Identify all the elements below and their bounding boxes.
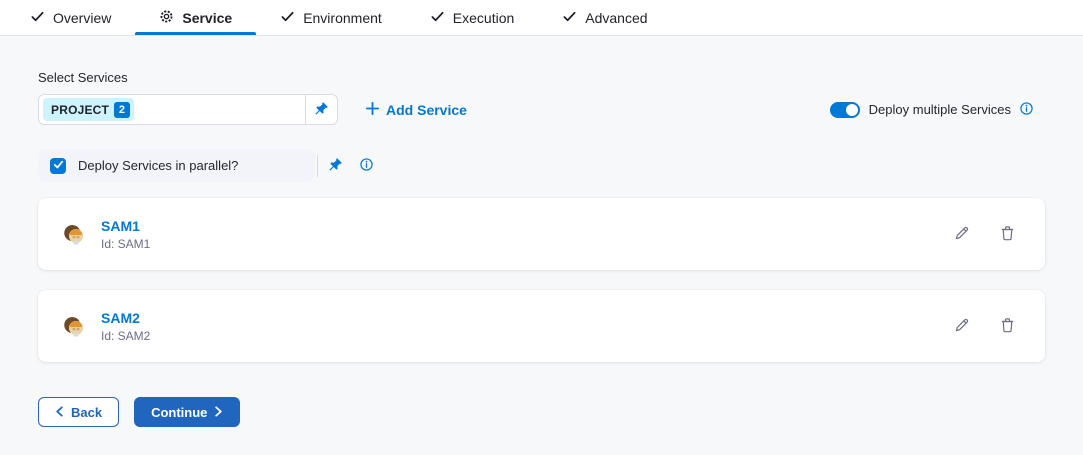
check-icon <box>430 9 445 27</box>
deploy-parallel-label: Deploy Services in parallel? <box>78 158 238 173</box>
tab-label: Overview <box>53 10 111 26</box>
back-button[interactable]: Back <box>38 397 119 427</box>
project-tag-count-badge: 2 <box>114 102 130 118</box>
plus-icon <box>366 102 379 118</box>
service-card-sam2: SAM2 Id: SAM2 <box>38 290 1045 362</box>
service-card-list: SAM1 Id: SAM1 <box>38 198 1045 362</box>
tab-label: Execution <box>453 10 514 26</box>
trash-icon <box>1000 225 1015 244</box>
chevron-left-icon <box>55 405 64 420</box>
delete-service-button[interactable] <box>998 223 1017 246</box>
tab-execution[interactable]: Execution <box>406 0 538 35</box>
trash-icon <box>1000 317 1015 336</box>
tab-service[interactable]: Service <box>135 0 256 35</box>
project-tag[interactable]: PROJECT 2 <box>43 98 134 121</box>
service-id: Id: SAM1 <box>101 237 150 251</box>
deploy-parallel-info-button[interactable] <box>360 158 373 174</box>
select-services-label: Select Services <box>38 70 1045 85</box>
deploy-multiple-toggle[interactable] <box>830 102 860 118</box>
service-tab-content: Select Services PROJECT 2 Add Service <box>0 36 1083 427</box>
pin-input-button[interactable] <box>305 95 337 124</box>
deploy-parallel-field: Deploy Services in parallel? <box>38 149 315 182</box>
gear-icon <box>159 9 174 27</box>
pin-icon <box>314 101 329 119</box>
check-icon <box>30 9 45 27</box>
deploy-parallel-checkbox[interactable] <box>50 158 66 174</box>
project-tag-label: PROJECT <box>51 103 109 117</box>
info-icon <box>1020 102 1033 118</box>
pencil-icon <box>954 317 970 336</box>
select-services-input[interactable]: PROJECT 2 <box>38 94 338 125</box>
service-name-link[interactable]: SAM1 <box>101 218 150 234</box>
tab-label: Service <box>182 10 232 26</box>
tab-advanced[interactable]: Advanced <box>538 0 671 35</box>
info-icon <box>360 158 373 174</box>
check-icon <box>280 9 295 27</box>
continue-button-label: Continue <box>151 405 207 420</box>
tab-label: Advanced <box>585 10 647 26</box>
check-icon <box>562 9 577 27</box>
deploy-multiple-label: Deploy multiple Services <box>869 102 1011 117</box>
selected-services-tags: PROJECT 2 <box>39 95 305 124</box>
wizard-footer: Back Continue <box>38 397 1045 427</box>
add-service-button[interactable]: Add Service <box>366 102 467 118</box>
continue-button[interactable]: Continue <box>134 397 240 427</box>
edit-service-button[interactable] <box>952 223 972 246</box>
tab-label: Environment <box>303 10 382 26</box>
tab-overview[interactable]: Overview <box>6 0 135 35</box>
pencil-icon <box>954 225 970 244</box>
service-id: Id: SAM2 <box>101 329 150 343</box>
service-avatar <box>62 313 88 339</box>
back-button-label: Back <box>71 405 102 420</box>
add-service-label: Add Service <box>386 102 467 118</box>
service-avatar <box>62 221 88 247</box>
service-name-link[interactable]: SAM2 <box>101 310 150 326</box>
chevron-right-icon <box>214 405 223 420</box>
pin-icon <box>328 157 343 175</box>
tab-environment[interactable]: Environment <box>256 0 406 35</box>
delete-service-button[interactable] <box>998 315 1017 338</box>
wizard-tab-bar: Overview Service Environment Execution A… <box>0 0 1083 36</box>
pin-parallel-button[interactable] <box>318 149 352 182</box>
edit-service-button[interactable] <box>952 315 972 338</box>
service-card-sam1: SAM1 Id: SAM1 <box>38 198 1045 270</box>
checkmark-icon <box>53 158 64 173</box>
deploy-multiple-info-button[interactable] <box>1020 102 1033 118</box>
